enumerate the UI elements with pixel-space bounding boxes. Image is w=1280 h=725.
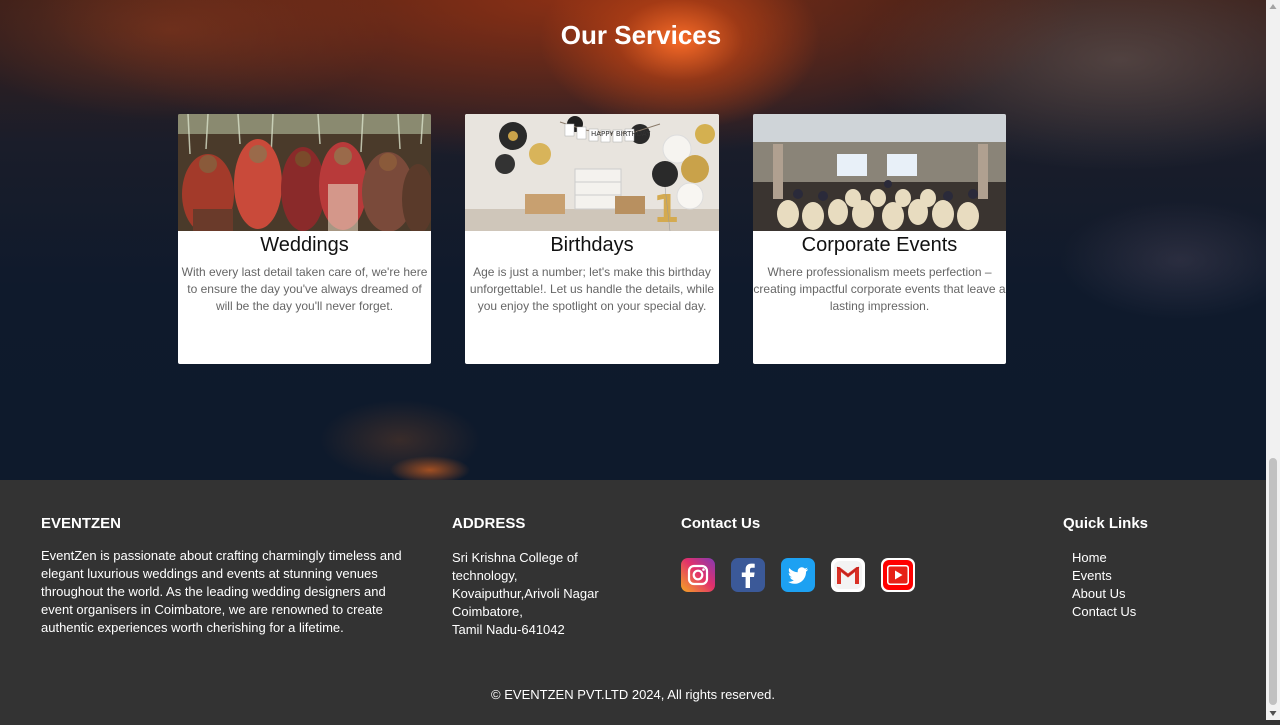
footer-quick-links-heading: Quick Links (1063, 515, 1149, 532)
scroll-up-arrow-icon[interactable] (1266, 0, 1280, 14)
youtube-icon[interactable] (881, 558, 915, 592)
copyright-text: © EVENTZEN PVT.LTD 2024, All rights rese… (491, 687, 775, 702)
quick-link-about-us[interactable]: About Us (1072, 585, 1136, 603)
card-title-birthdays: Birthdays (550, 234, 634, 256)
facebook-icon[interactable] (731, 558, 765, 592)
quick-link-events[interactable]: Events (1072, 567, 1136, 585)
quick-links: Home Events About Us Contact Us (1072, 549, 1136, 621)
birthday-number: 1 (653, 187, 679, 231)
service-card-weddings[interactable]: Weddings With every last detail taken ca… (178, 114, 431, 364)
services-section: Our Services Weddings With every last de… (0, 0, 1266, 480)
corporate-events-image (753, 114, 1006, 231)
service-card-birthdays[interactable]: HAPPY BIRTHDAY 1 Birthdays Age is just a… (465, 114, 719, 364)
scrollbar-thumb[interactable] (1269, 458, 1277, 705)
card-text-corporate-events: Where professionalism meets perfection –… (753, 265, 1006, 313)
twitter-icon[interactable] (781, 558, 815, 592)
card-text-weddings: With every last detail taken care of, we… (181, 265, 428, 313)
card-title-corporate-events: Corporate Events (801, 234, 958, 256)
page-scrollbar[interactable] (1266, 0, 1280, 720)
address-line: technology, (452, 568, 518, 583)
site-footer: EVENTZEN EventZen is passionate about cr… (0, 480, 1266, 720)
card-title-weddings: Weddings (260, 234, 349, 256)
footer-address: Sri Krishna College of technology, Kovai… (452, 549, 642, 639)
card-text-birthdays: Age is just a number; let's make this bi… (469, 265, 715, 313)
service-card-corporate-events[interactable]: Corporate Events Where professionalism m… (753, 114, 1006, 364)
address-line: Coimbatore, (452, 604, 523, 619)
footer-brand-heading: EVENTZEN (41, 515, 122, 532)
birthday-banner-text: HAPPY BIRTHDAY (591, 130, 651, 138)
address-line: Kovaiputhur,Arivoli Nagar (452, 586, 599, 601)
gmail-icon[interactable] (831, 558, 865, 592)
weddings-image (178, 114, 431, 231)
quick-link-contact-us[interactable]: Contact Us (1072, 603, 1136, 621)
footer-address-heading: ADDRESS (452, 515, 526, 532)
address-line: Sri Krishna College of (452, 550, 578, 565)
quick-link-home[interactable]: Home (1072, 549, 1136, 567)
address-line: Tamil Nadu-641042 (452, 622, 565, 637)
services-title: Our Services (560, 20, 722, 50)
scroll-down-arrow-icon[interactable] (1266, 706, 1280, 720)
birthdays-image: HAPPY BIRTHDAY 1 (465, 114, 719, 231)
footer-contact-heading: Contact Us (681, 515, 761, 532)
instagram-icon[interactable] (681, 558, 715, 592)
footer-brand-text: EventZen is passionate about crafting ch… (41, 548, 402, 635)
